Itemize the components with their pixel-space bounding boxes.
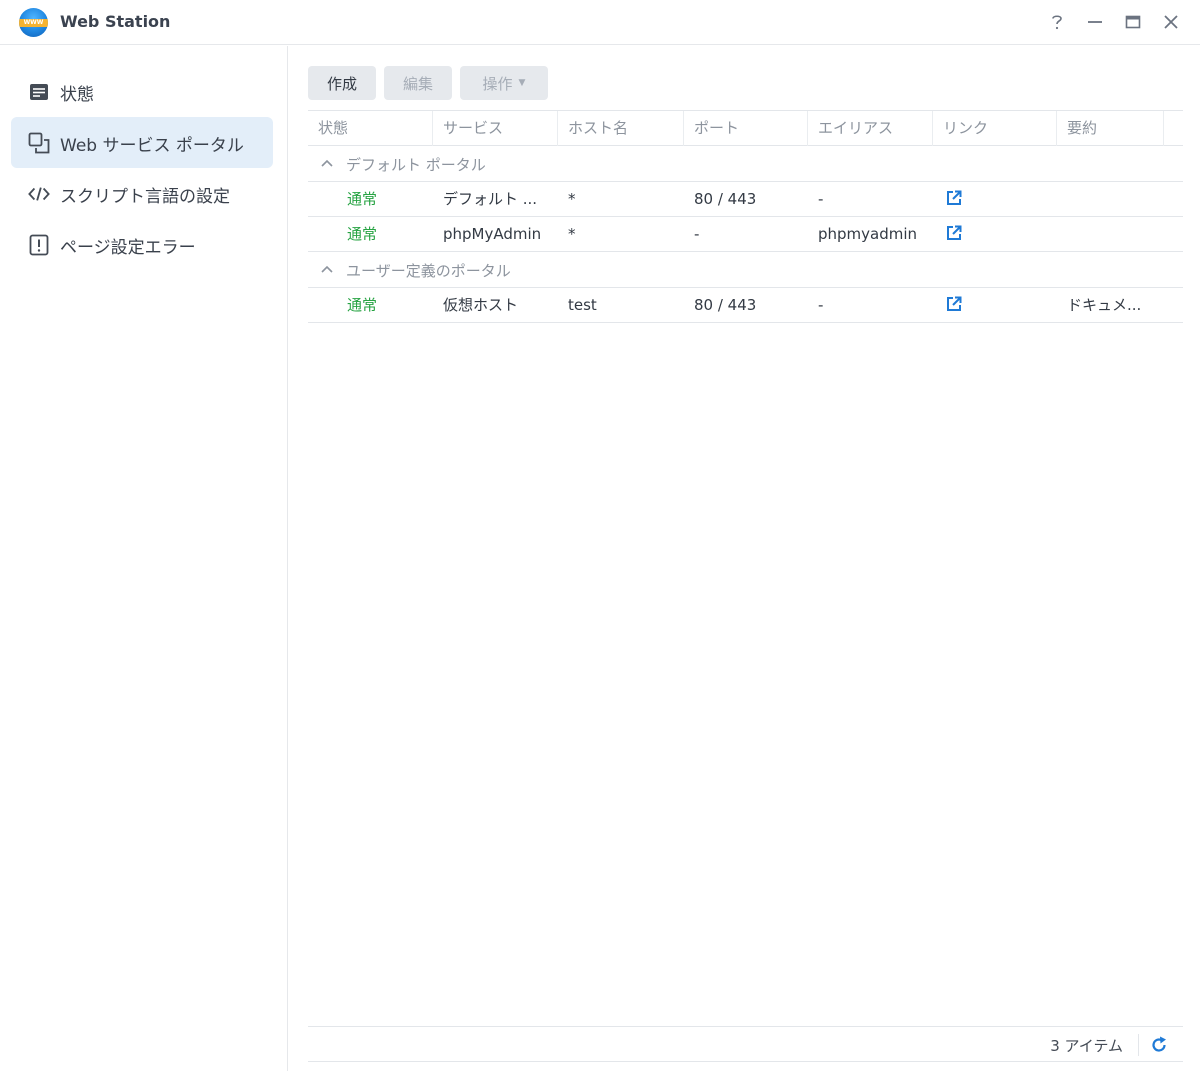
- window-title: Web Station: [60, 12, 171, 31]
- refresh-icon: [1152, 1036, 1166, 1052]
- item-count: 3 アイテム: [1050, 1037, 1123, 1055]
- group-label: デフォルト ポータル: [346, 156, 486, 174]
- column-header-host[interactable]: ホスト名: [558, 111, 684, 146]
- sidebar-item-web-service-portal[interactable]: Web サービス ポータル: [11, 117, 273, 168]
- status-cell: 通常: [347, 225, 378, 243]
- toolbar: 作成 編集 操作 ▼: [308, 66, 548, 100]
- close-icon: [1164, 15, 1178, 29]
- maximize-button[interactable]: [1124, 10, 1142, 34]
- code-brackets-icon: [28, 183, 50, 205]
- status-list-icon: [28, 81, 50, 103]
- service-cell: デフォルト ...: [443, 190, 538, 208]
- group-row-default-portal[interactable]: デフォルト ポータル: [308, 146, 1183, 182]
- sidebar-item-label: ページ設定エラー: [60, 238, 196, 258]
- footer-divider: [1138, 1034, 1139, 1056]
- sidebar-item-label: スクリプト言語の設定: [60, 187, 230, 207]
- sidebar-item-label: Web サービス ポータル: [60, 136, 244, 156]
- external-link-icon[interactable]: [945, 224, 963, 242]
- link-cell[interactable]: [945, 182, 963, 216]
- status-cell: 通常: [347, 190, 378, 208]
- column-header-port[interactable]: ポート: [684, 111, 808, 146]
- portal-table: 状態 サービス ホスト名 ポート エイリアス リンク 要約 デフォルト ポータル…: [308, 110, 1183, 323]
- table-header: 状態 サービス ホスト名 ポート エイリアス リンク 要約: [308, 110, 1183, 146]
- edit-button[interactable]: 編集: [384, 66, 452, 100]
- port-cell: 80 / 443: [694, 190, 757, 208]
- exclamation-page-icon: [28, 234, 50, 256]
- link-cell[interactable]: [945, 288, 963, 322]
- caret-down-icon: ▼: [518, 78, 526, 88]
- host-cell: *: [568, 190, 576, 208]
- web-station-logo-icon: WWW: [19, 8, 48, 37]
- host-cell: test: [568, 296, 597, 314]
- link-cell[interactable]: [945, 217, 963, 251]
- chevron-up-icon[interactable]: [320, 262, 334, 276]
- host-cell: *: [568, 225, 576, 243]
- column-header-alias[interactable]: エイリアス: [808, 111, 933, 146]
- sidebar-item-status[interactable]: 状態: [11, 66, 273, 117]
- column-header-link[interactable]: リンク: [933, 111, 1057, 146]
- sidebar-item-script-language[interactable]: スクリプト言語の設定: [11, 168, 273, 219]
- port-cell: 80 / 443: [694, 296, 757, 314]
- column-header-summary[interactable]: 要約: [1057, 111, 1164, 146]
- table-row[interactable]: 通常 仮想ホスト test 80 / 443 - ドキュメ...: [308, 288, 1183, 323]
- table-row[interactable]: 通常 phpMyAdmin * - phpmyadmin: [308, 217, 1183, 252]
- column-header-status[interactable]: 状態: [308, 111, 433, 146]
- minimize-icon: [1088, 21, 1102, 23]
- status-cell: 通常: [347, 296, 378, 314]
- portal-windows-icon: [28, 132, 50, 154]
- help-button[interactable]: [1048, 10, 1066, 34]
- refresh-button[interactable]: [1149, 1035, 1169, 1055]
- group-row-user-defined-portal[interactable]: ユーザー定義のポータル: [308, 252, 1183, 288]
- column-header-service[interactable]: サービス: [433, 111, 558, 146]
- sidebar-item-label: 状態: [60, 85, 94, 105]
- summary-cell: ドキュメ...: [1067, 296, 1142, 314]
- create-button[interactable]: 作成: [308, 66, 376, 100]
- sidebar-item-page-error[interactable]: ページ設定エラー: [11, 219, 273, 270]
- minimize-button[interactable]: [1086, 10, 1104, 34]
- action-dropdown-button[interactable]: 操作 ▼: [460, 66, 548, 100]
- title-bar: WWW Web Station: [0, 0, 1200, 45]
- chevron-up-icon[interactable]: [320, 156, 334, 170]
- service-cell: 仮想ホスト: [443, 296, 519, 314]
- question-mark-icon: [1052, 15, 1062, 30]
- external-link-icon[interactable]: [945, 189, 963, 207]
- service-cell: phpMyAdmin: [443, 225, 542, 243]
- maximize-icon: [1125, 15, 1141, 29]
- window-controls: [1048, 10, 1180, 34]
- close-button[interactable]: [1162, 10, 1180, 34]
- alias-cell: -: [818, 296, 824, 314]
- table-footer: 3 アイテム: [308, 1026, 1183, 1062]
- alias-cell: -: [818, 190, 824, 208]
- sidebar: 状態 Web サービス ポータル スクリプト言語の設定 ページ設定エラー: [0, 46, 288, 1071]
- action-label: 操作: [482, 74, 513, 93]
- table-row[interactable]: 通常 デフォルト ... * 80 / 443 -: [308, 182, 1183, 217]
- external-link-icon[interactable]: [945, 295, 963, 313]
- main-panel: 作成 編集 操作 ▼ 状態 サービス ホスト名 ポート エイリアス リンク 要約…: [289, 46, 1200, 1071]
- alias-cell: phpmyadmin: [818, 225, 918, 243]
- group-label: ユーザー定義のポータル: [346, 262, 511, 280]
- port-cell: -: [694, 225, 700, 243]
